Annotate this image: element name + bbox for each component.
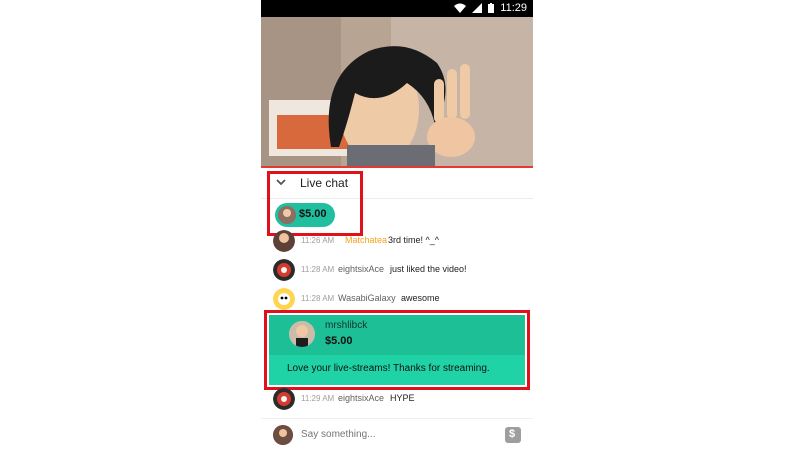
- timestamp: 11:26 AM: [301, 236, 335, 245]
- chat-message: 11:29 AM eightsixAce HYPE: [261, 385, 533, 413]
- user-avatar: [273, 425, 293, 445]
- avatar: [273, 288, 295, 310]
- author-name: eightsixAce: [338, 393, 385, 403]
- chat-input-bar: Say something... $: [261, 418, 533, 450]
- avatar-image: [273, 288, 295, 310]
- author-name: Matchatea: [345, 235, 388, 245]
- author-name: WasabiGalaxy: [338, 293, 396, 303]
- status-icons: 11:29: [454, 2, 527, 14]
- chat-message: 11:28 AM eightsixAce just liked the vide…: [261, 256, 533, 284]
- avatar-image: [273, 388, 295, 410]
- message-text: 3rd time! ^_^: [388, 235, 439, 245]
- avatar-image: [273, 259, 295, 281]
- video-player[interactable]: [261, 17, 533, 167]
- avatar: [273, 230, 295, 252]
- message-text: HYPE: [390, 393, 415, 403]
- chat-message: 11:26 AM Matchatea 3rd time! ^_^: [261, 227, 533, 255]
- avatar-image: [273, 230, 295, 252]
- battery-icon: [488, 3, 495, 13]
- message-text: just liked the video!: [390, 264, 467, 274]
- user-avatar-image: [273, 425, 293, 445]
- timestamp: 11:28 AM: [301, 294, 335, 303]
- message-text: awesome: [401, 293, 440, 303]
- superchat-button[interactable]: $: [505, 427, 521, 443]
- chat-input[interactable]: Say something...: [301, 429, 375, 440]
- video-frame: [261, 17, 533, 167]
- author-name: eightsixAce: [338, 264, 385, 274]
- highlight-box-superchat: [264, 310, 530, 390]
- avatar: [273, 259, 295, 281]
- phone-screen: 11:29 Live chat $5.00 11:26 AM Matchatea…: [261, 0, 533, 450]
- wifi-icon: [454, 3, 467, 13]
- timestamp: 11:28 AM: [301, 265, 335, 274]
- timestamp: 11:29 AM: [301, 394, 335, 403]
- dollar-icon: $: [509, 428, 516, 440]
- signal-icon: [472, 3, 483, 13]
- status-bar: 11:29: [261, 0, 533, 17]
- status-time: 11:29: [500, 2, 527, 14]
- avatar: [273, 388, 295, 410]
- chat-message: 11:28 AM WasabiGalaxy awesome: [261, 285, 533, 313]
